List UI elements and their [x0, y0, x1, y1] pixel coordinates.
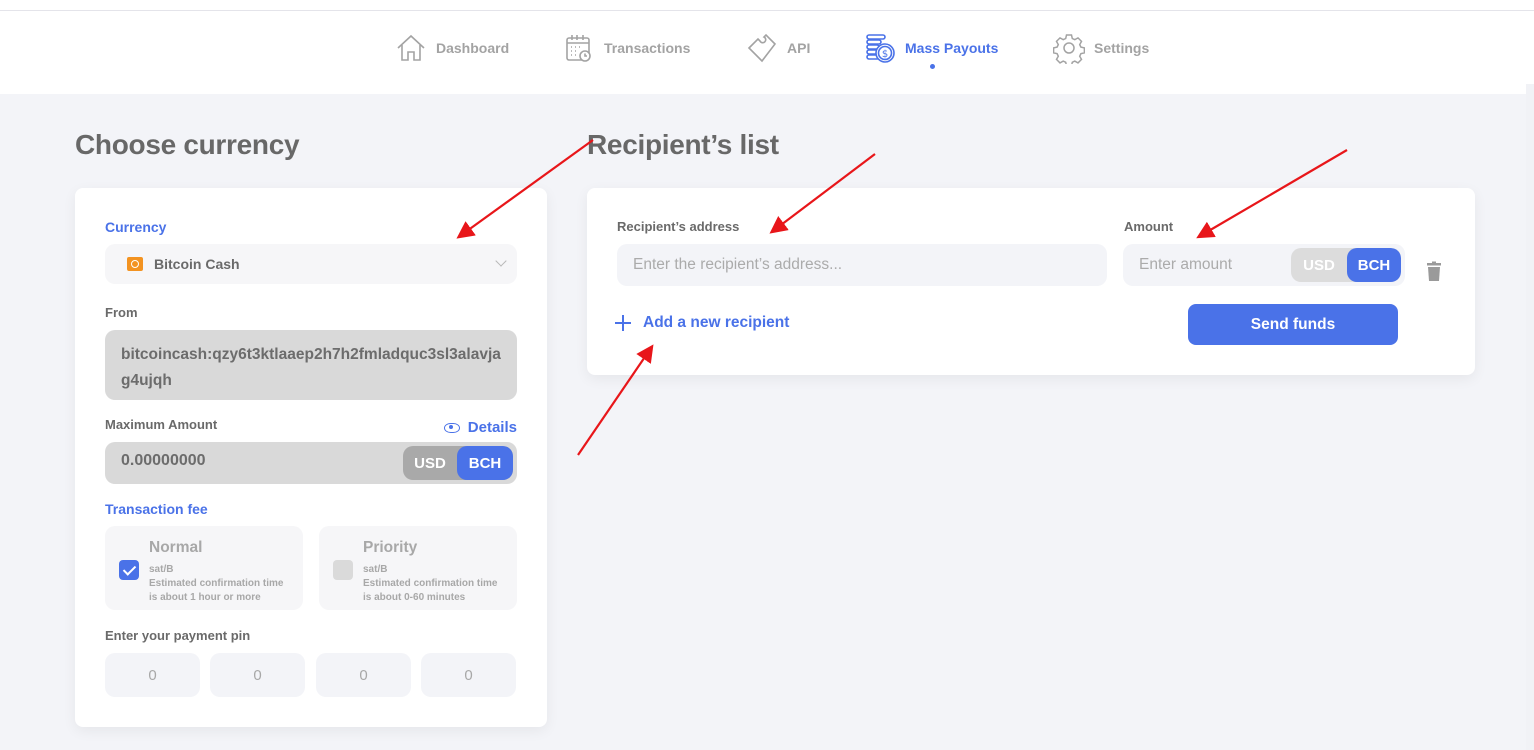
- top-strip: [0, 0, 1534, 10]
- currency-select[interactable]: Bitcoin Cash: [105, 244, 517, 284]
- fee-unit: sat/B: [149, 564, 174, 575]
- fee-title: Normal: [149, 539, 203, 556]
- fee-option-priority[interactable]: Priority sat/B Estimated confirmation ti…: [319, 526, 517, 610]
- transaction-fee-label: Transaction fee: [105, 501, 208, 517]
- nav-label: Settings: [1094, 40, 1150, 56]
- fee-title: Priority: [363, 539, 418, 556]
- recipients-card: Recipient’s address Amount USD BCH Add a…: [587, 188, 1475, 375]
- max-amount-value: 0.00000000: [121, 452, 206, 469]
- add-recipient-link[interactable]: Add a new recipient: [615, 314, 789, 332]
- active-indicator: [930, 64, 935, 69]
- recipient-address-input[interactable]: [617, 244, 1107, 286]
- max-amount-field[interactable]: 0.00000000 USD BCH: [105, 442, 517, 484]
- main-nav: Dashboard Transactions API $ Mass Payout…: [0, 10, 1534, 84]
- add-recipient-label: Add a new recipient: [643, 314, 790, 331]
- nav-item-transactions[interactable]: Transactions: [563, 32, 690, 64]
- amount-currency-toggle: USD BCH: [1291, 248, 1401, 282]
- fee-desc-line: is about 1 hour or more: [149, 592, 261, 603]
- details-link[interactable]: Details: [443, 419, 517, 436]
- nav-label: Dashboard: [436, 40, 510, 56]
- fee-description: sat/B Estimated confirmation time is abo…: [149, 563, 283, 605]
- recipients-list-title: Recipient’s list: [587, 129, 779, 160]
- currency-label: Currency: [105, 219, 167, 235]
- fee-option-normal[interactable]: Normal sat/B Estimated confirmation time…: [105, 526, 303, 610]
- trash-icon[interactable]: [1425, 260, 1443, 282]
- amount-label: Amount: [1124, 219, 1174, 234]
- pin-digit-3[interactable]: 0: [316, 653, 411, 697]
- max-amount-label: Maximum Amount: [105, 417, 218, 432]
- plus-icon: [615, 315, 631, 331]
- bitcoin-cash-icon: [127, 257, 143, 271]
- nav-label: API: [787, 40, 811, 56]
- fee-unit: sat/B: [363, 564, 388, 575]
- chevron-down-icon: [495, 255, 507, 267]
- nav-item-dashboard[interactable]: Dashboard: [395, 32, 509, 64]
- fee-desc-line: Estimated confirmation time: [149, 578, 284, 589]
- home-icon: [395, 32, 427, 64]
- fee-description: sat/B Estimated confirmation time is abo…: [363, 563, 497, 605]
- from-address-field[interactable]: bitcoincash:qzy6t3ktlaaep2h7h2fmladquc3s…: [105, 330, 517, 400]
- toggle-usd[interactable]: USD: [403, 446, 457, 480]
- nav-label: Mass Payouts: [905, 40, 999, 56]
- svg-text:$: $: [882, 49, 888, 60]
- send-funds-button[interactable]: Send funds: [1188, 304, 1398, 345]
- amount-field: USD BCH: [1123, 244, 1405, 286]
- nav-item-mass-payouts[interactable]: $ Mass Payouts: [864, 32, 998, 64]
- recipient-address-label: Recipient’s address: [617, 219, 740, 234]
- choose-currency-title: Choose currency: [75, 129, 300, 160]
- fee-desc-line: is about 0-60 minutes: [363, 592, 466, 603]
- calendar-clock-icon: [563, 32, 595, 64]
- max-amount-currency-toggle: USD BCH: [403, 446, 513, 480]
- currency-card: Currency Bitcoin Cash From bitcoincash:q…: [75, 188, 547, 727]
- toggle-bch[interactable]: BCH: [457, 446, 513, 480]
- from-label: From: [105, 305, 138, 320]
- pin-digit-1[interactable]: 0: [105, 653, 200, 697]
- gear-icon: [1053, 32, 1085, 64]
- pin-digit-2[interactable]: 0: [210, 653, 305, 697]
- payment-pin-label: Enter your payment pin: [105, 628, 251, 643]
- scrollbar[interactable]: [1526, 84, 1534, 750]
- eye-icon: [443, 422, 460, 433]
- details-label: Details: [467, 419, 517, 436]
- nav-item-settings[interactable]: Settings: [1053, 32, 1149, 64]
- pin-digit-4[interactable]: 0: [421, 653, 516, 697]
- priority-checkbox[interactable]: [333, 560, 353, 580]
- puzzle-icon: [746, 32, 778, 64]
- toggle-bch[interactable]: BCH: [1347, 248, 1401, 282]
- toggle-usd[interactable]: USD: [1291, 248, 1347, 282]
- amount-input[interactable]: [1123, 244, 1283, 286]
- fee-desc-line: Estimated confirmation time: [363, 578, 498, 589]
- coins-stack-icon: $: [864, 32, 896, 64]
- normal-checkbox[interactable]: [119, 560, 139, 580]
- currency-value: Bitcoin Cash: [154, 256, 240, 272]
- nav-label: Transactions: [604, 40, 691, 56]
- nav-item-api[interactable]: API: [746, 32, 810, 64]
